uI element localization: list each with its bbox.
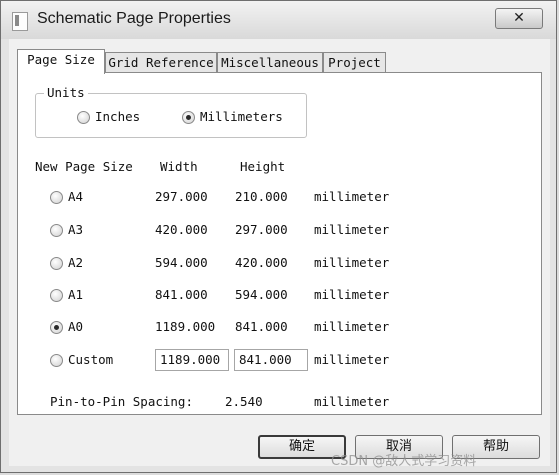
page-height-value: 594.000 [235, 287, 288, 302]
app-icon [12, 12, 28, 31]
units-groupbox: Units Inches Millimeters [35, 85, 307, 138]
page-size-radio-a1[interactable] [50, 289, 63, 302]
close-button[interactable]: ✕ [495, 8, 543, 29]
page-width-value: 420.000 [155, 222, 208, 237]
new-page-size-header: New Page Size [35, 159, 133, 174]
custom-width-input[interactable]: 1189.000 [155, 349, 229, 371]
custom-label: Custom [68, 352, 114, 367]
window-title: Schematic Page Properties [37, 10, 231, 27]
page-height-value: 841.000 [235, 319, 288, 334]
page-size-name: A1 [68, 287, 84, 302]
page-height-value: 210.000 [235, 189, 288, 204]
page-size-name: A0 [68, 319, 84, 334]
watermark-text: CSDN @敌人式学习资料 [331, 454, 477, 469]
page-size-name: A3 [68, 222, 84, 237]
page-unit-label: millimeter [314, 287, 390, 302]
custom-unit-label: millimeter [314, 352, 390, 367]
millimeters-radio[interactable] [182, 111, 195, 124]
page-size-radio-a4[interactable] [50, 191, 63, 204]
page-size-panel: Units Inches Millimeters New Page Size W… [17, 72, 542, 415]
page-size-radio-a2[interactable] [50, 257, 63, 270]
inches-radio[interactable] [77, 111, 90, 124]
page-size-radio-a0[interactable] [50, 321, 63, 334]
page-width-value: 841.000 [155, 287, 208, 302]
units-group-label: Units [44, 85, 88, 100]
tab-project[interactable]: Project [323, 52, 386, 73]
width-header: Width [160, 159, 198, 174]
dialog-client-area: Page Size Grid Reference Miscellaneous P… [9, 39, 550, 466]
page-size-radio-a3[interactable] [50, 224, 63, 237]
custom-height-input[interactable]: 841.000 [234, 349, 308, 371]
page-width-value: 297.000 [155, 189, 208, 204]
tab-grid-reference[interactable]: Grid Reference [105, 52, 217, 73]
pin-spacing-value: 2.540 [225, 394, 263, 409]
title-bar[interactable]: Schematic Page Properties ✕ [1, 1, 556, 39]
page-size-name: A2 [68, 255, 84, 270]
inches-label: Inches [95, 109, 141, 124]
tab-page-size[interactable]: Page Size [17, 49, 105, 74]
page-unit-label: millimeter [314, 319, 390, 334]
page-size-name: A4 [68, 189, 84, 204]
pin-spacing-unit: millimeter [314, 394, 390, 409]
page-size-radio-custom[interactable] [50, 354, 63, 367]
page-width-value: 1189.000 [155, 319, 216, 334]
page-width-value: 594.000 [155, 255, 208, 270]
millimeters-label: Millimeters [200, 109, 283, 124]
pin-spacing-label: Pin-to-Pin Spacing: [50, 394, 193, 409]
page-unit-label: millimeter [314, 222, 390, 237]
page-unit-label: millimeter [314, 255, 390, 270]
tab-miscellaneous[interactable]: Miscellaneous [217, 52, 323, 73]
page-height-value: 420.000 [235, 255, 288, 270]
schematic-page-properties-dialog: Schematic Page Properties ✕ Page Size Gr… [0, 0, 557, 473]
height-header: Height [240, 159, 286, 174]
page-unit-label: millimeter [314, 189, 390, 204]
page-height-value: 297.000 [235, 222, 288, 237]
